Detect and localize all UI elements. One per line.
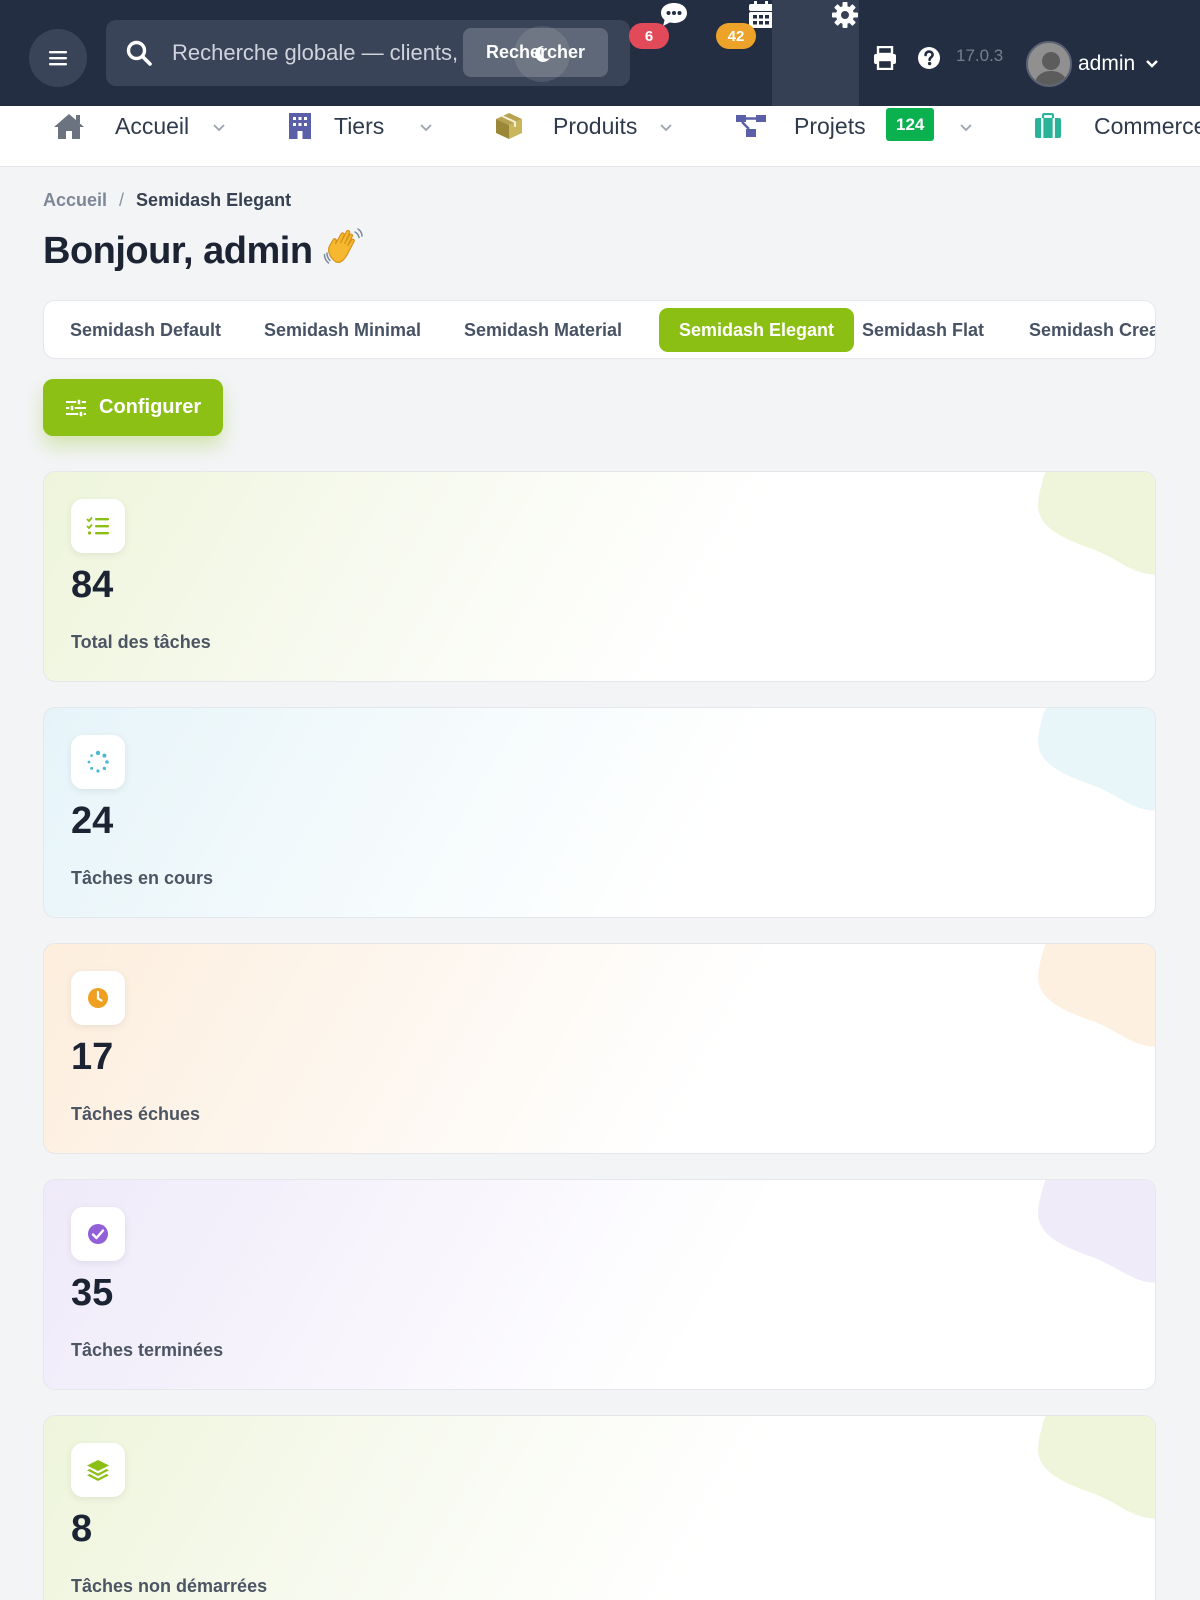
stat-label: Tâches terminées [71,1340,224,1360]
tab-semidash-material[interactable]: Semidash Material [444,308,642,352]
stat-card-total-tasks[interactable]: 84 Total des tâches [43,471,1156,682]
version-label: 17.0.3 [956,46,1004,65]
breadcrumb: Accueil / Semidash Elegant [43,190,291,211]
print-button[interactable] [871,44,899,72]
nav-label: Accueil [115,112,190,139]
decorative-blob [1038,1416,1155,1519]
layers-icon [71,1443,125,1497]
nav-label: Tiers [334,112,385,139]
tab-semidash-flat[interactable]: Semidash Flat [842,308,1004,352]
menu-icon [49,51,67,66]
stat-label: Total des tâches [71,632,211,652]
decorative-blob [1038,472,1155,575]
chevron-down-icon[interactable] [420,119,432,137]
sliders-icon [66,398,86,417]
stat-label: Tâches non démarrées [71,1576,268,1596]
stat-value: 84 [71,564,114,606]
gear-icon [832,2,858,28]
nav-label: Commerce [1094,112,1200,139]
stat-value: 17 [71,1036,114,1078]
stat-value: 35 [71,1272,114,1314]
decorative-blob [1038,1180,1155,1283]
nav-label: Projets [794,112,866,139]
agenda-badge: 42 [716,23,756,49]
breadcrumb-home-link[interactable]: Accueil [43,190,107,211]
nav-item-produits[interactable]: Produits [494,106,637,146]
moon-icon [535,45,550,62]
settings-button[interactable] [830,0,860,30]
nav-item-projets[interactable]: Projets [735,106,866,146]
nav-item-tiers[interactable]: Tiers [288,106,384,146]
check-circle-icon [71,1207,125,1261]
stat-value: 24 [71,800,114,842]
stat-card-not-started[interactable]: 8 Tâches non démarrées [43,1415,1156,1600]
help-icon [918,47,940,69]
projects-count-badge: 124 [886,108,935,141]
help-button[interactable] [915,44,943,72]
waving-hand-icon [323,226,363,276]
print-icon [874,46,896,70]
tab-semidash-elegant[interactable]: Semidash Elegant [659,308,855,352]
tab-semidash-minimal[interactable]: Semidash Minimal [244,308,441,352]
avatar [1026,41,1072,87]
project-icon [736,115,766,137]
messages-badge: 6 [629,23,669,49]
top-bar: Rechercher 6 42 17.0.3 admin [0,0,1200,106]
spinner-icon [71,735,125,789]
breadcrumb-separator: / [119,190,125,210]
configure-button[interactable]: Configurer [43,379,223,436]
main-nav: Accueil Tiers Produits Projets 124 Comme… [0,106,1200,167]
tab-semidash-default[interactable]: Semidash Default [50,308,241,352]
tab-semidash-creative[interactable]: Semidash Creative [1009,308,1155,352]
decorative-blob [1038,944,1155,1047]
chevron-down-icon[interactable] [213,119,225,137]
page-title: Bonjour, admin [43,226,363,276]
decorative-blob [1038,708,1155,811]
stat-card-completed[interactable]: 35 Tâches terminées [43,1179,1156,1390]
chevron-down-icon[interactable] [660,119,672,137]
nav-label: Produits [553,112,638,139]
chat-icon [661,3,687,26]
clock-icon [71,971,125,1025]
user-menu[interactable]: admin [1026,41,1159,87]
menu-toggle-button[interactable] [29,29,87,87]
home-icon [54,114,84,139]
user-name: admin [1078,52,1136,75]
stat-label: Tâches en cours [71,868,214,888]
calendar-icon [749,1,773,28]
nav-item-home[interactable]: Accueil [52,106,189,146]
nav-item-commerce[interactable]: Commerce [1034,106,1200,146]
box-icon [496,113,522,139]
greeting-text: Bonjour, admin [43,229,313,272]
stat-label: Tâches échues [71,1104,201,1124]
configure-label: Configurer [99,396,202,418]
theme-toggle-button[interactable] [514,26,570,82]
stat-value: 8 [71,1508,93,1550]
building-icon [289,113,311,139]
search-icon [126,40,152,71]
breadcrumb-current: Semidash Elegant [136,190,292,210]
chevron-down-icon [1145,59,1159,69]
stat-card-overdue[interactable]: 17 Tâches échues [43,943,1156,1154]
task-list-icon [71,499,125,553]
chevron-down-icon[interactable] [960,119,972,137]
stat-card-in-progress[interactable]: 24 Tâches en cours [43,707,1156,918]
suitcase-icon [1035,113,1061,138]
dashboard-tabs: Semidash Default Semidash Minimal Semida… [43,300,1156,359]
